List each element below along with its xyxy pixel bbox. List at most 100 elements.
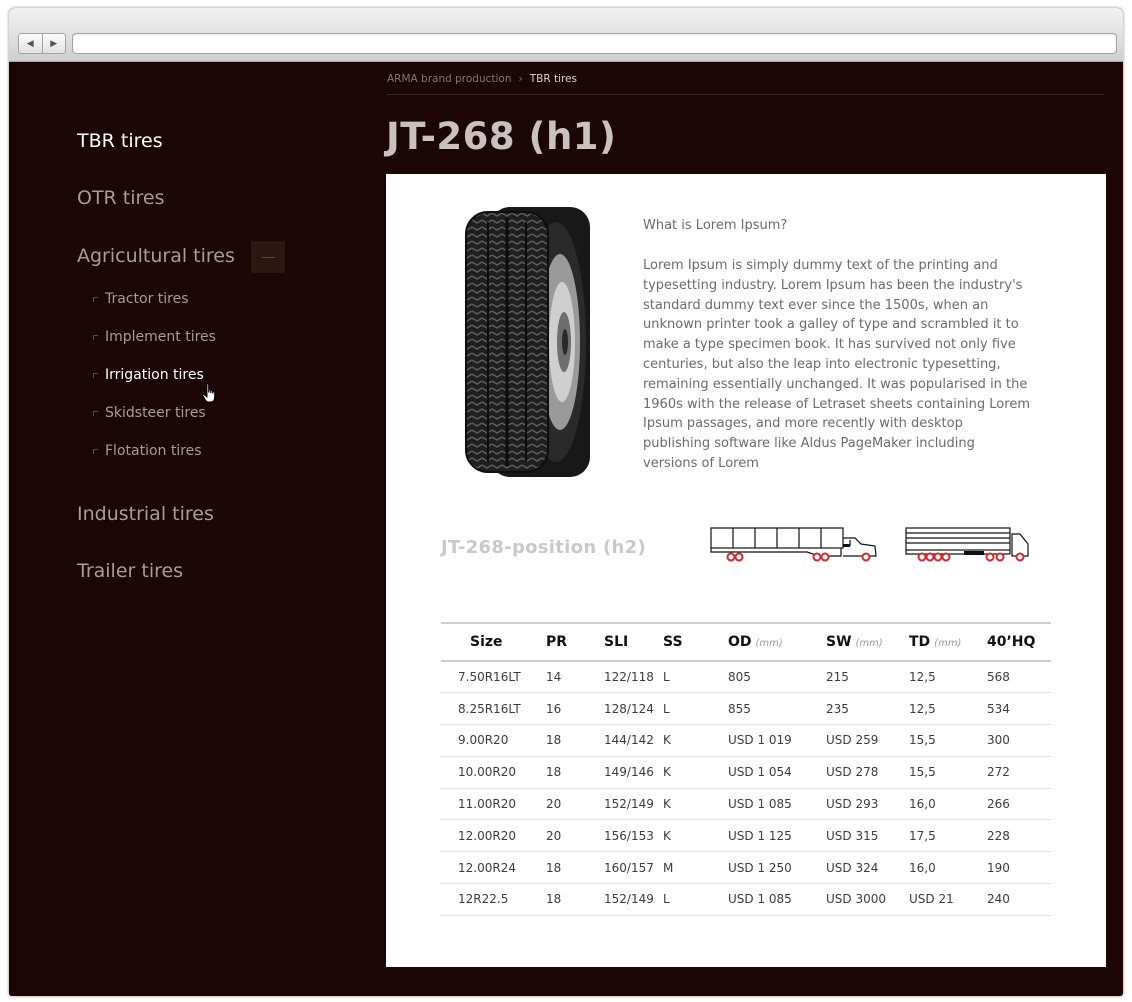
cell-ss: K <box>663 797 671 812</box>
browser-toolbar: ◀ ▶ <box>9 8 1123 62</box>
cell-sw: USD 315 <box>826 828 879 843</box>
cell-size: 12.00R20 <box>458 828 516 843</box>
cell-td: 12,5 <box>909 701 936 716</box>
cell-od: USD 1 019 <box>728 733 792 748</box>
cell-ss: M <box>663 860 674 875</box>
cell-size: 8.25R16LT <box>458 701 521 716</box>
cell-od: USD 1 250 <box>728 860 792 875</box>
table-row: 12.00R20 20 156/153 K USD 1 125 USD 315 17,5 22… <box>441 820 1051 852</box>
sidebar-item-agricultural-tires[interactable]: Agricultural tires <box>77 245 235 267</box>
cell-td: 16,0 <box>909 797 936 812</box>
cell-od: 855 <box>728 701 751 716</box>
cell-td: 17,5 <box>909 828 936 843</box>
cell-pr: 20 <box>546 828 562 843</box>
sidebar-subitem-tractor-tires[interactable]: Tractor tires <box>93 291 189 307</box>
page-title: JT-268 (h1) <box>386 115 617 158</box>
column-header-td: TD (mm) <box>896 623 973 661</box>
sidebar-subitem-label: Skidsteer tires <box>105 405 206 421</box>
cell-ss: K <box>663 828 671 843</box>
column-header-label: 40’HQ <box>987 634 1036 650</box>
sidebar-subitem-skidsteer-tires[interactable]: Skidsteer tires <box>93 405 206 421</box>
cell-sw: USD 324 <box>826 860 879 875</box>
bullet-icon <box>93 410 98 416</box>
sidebar-item-otr-tires[interactable]: OTR tires <box>77 187 165 209</box>
cell-40hq: 300 <box>987 733 1010 748</box>
forward-button[interactable]: ▶ <box>41 34 66 53</box>
sidebar-subitem-flotation-tires[interactable]: Flotation tires <box>93 443 202 459</box>
bullet-icon <box>93 448 98 454</box>
cell-pr: 18 <box>546 892 562 907</box>
sidebar-item-trailer-tires[interactable]: Trailer tires <box>77 560 183 582</box>
cell-sw: USD 293 <box>826 797 879 812</box>
history-nav: ◀ ▶ <box>18 33 66 54</box>
back-button[interactable]: ◀ <box>19 34 42 53</box>
column-header-label: Size <box>470 634 503 650</box>
semi-truck-icon <box>905 527 1029 562</box>
column-header-unit: (mm) <box>755 638 783 649</box>
column-header-sli: SLI <box>587 623 659 661</box>
column-header-label: TD <box>909 634 931 650</box>
browser-window: ◀ ▶ TBR tires OTR tires Agricultural tir… <box>9 8 1123 996</box>
sidebar-subitem-label: Implement tires <box>105 329 216 345</box>
cell-size: 7.50R16LT <box>458 670 521 685</box>
sidebar-item-tbr-tires[interactable]: TBR tires <box>77 130 163 152</box>
cell-40hq: 568 <box>987 670 1010 685</box>
cell-pr: 20 <box>546 797 562 812</box>
cell-sli: 156/153 <box>604 828 654 843</box>
cell-pr: 18 <box>546 860 562 875</box>
cell-40hq: 240 <box>987 892 1010 907</box>
cell-sli: 160/157 <box>604 860 654 875</box>
cell-sw: USD 3000 <box>826 892 886 907</box>
column-header-label: SW <box>826 634 852 650</box>
forward-arrow-icon: ▶ <box>50 38 58 49</box>
cell-40hq: 272 <box>987 765 1010 780</box>
cell-sli: 152/149 <box>604 892 654 907</box>
table-row: 7.50R16LT 14 122/118 L 805 215 12,5 568 <box>441 661 1051 693</box>
column-header-size: Size <box>441 623 535 661</box>
sidebar-item-industrial-tires[interactable]: Industrial tires <box>77 503 214 525</box>
cell-ss: K <box>663 733 671 748</box>
column-header-unit: (mm) <box>934 638 962 649</box>
description-body: Lorem Ipsum is simply dummy text of the … <box>643 258 1030 471</box>
sidebar-subitem-implement-tires[interactable]: Implement tires <box>93 329 216 345</box>
table-row: 9.00R20 18 144/142 K USD 1 019 USD 259 15,5 300 <box>441 725 1051 757</box>
cell-pr: 18 <box>546 733 562 748</box>
spec-table-body: 7.50R16LT 14 122/118 L 805 215 12,5 568 8.25R16L… <box>441 661 1051 916</box>
hand-pointer-icon <box>202 383 216 403</box>
product-panel: What is Lorem Ipsum? Lorem Ipsum is simp… <box>386 174 1106 967</box>
table-header-row: Size PR SLI SS OD (mm) SW (mm) TD (mm) 40’H… <box>441 623 1051 661</box>
cell-size: 11.00R20 <box>458 797 516 812</box>
cell-40hq: 266 <box>987 797 1010 812</box>
cell-sw: USD 259 <box>826 733 879 748</box>
cell-sli: 152/149 <box>604 797 654 812</box>
breadcrumb-divider <box>387 94 1104 95</box>
sidebar-subitem-irrigation-tires[interactable]: Irrigation tires <box>93 367 204 383</box>
breadcrumb-link-arma[interactable]: ARMA brand production <box>387 73 512 85</box>
breadcrumb-separator: › <box>518 73 523 85</box>
cell-td: 12,5 <box>909 670 936 685</box>
cell-ss: L <box>663 892 670 907</box>
column-header-label: OD <box>728 634 752 650</box>
cell-od: USD 1 085 <box>728 797 792 812</box>
position-title: JT-268-position (h2) <box>441 537 646 558</box>
cell-td: 16,0 <box>909 860 936 875</box>
sidebar-subitem-label: Irrigation tires <box>105 367 204 383</box>
cell-40hq: 534 <box>987 701 1010 716</box>
collapse-button[interactable] <box>251 241 285 273</box>
column-header-pr: PR <box>535 623 587 661</box>
column-header-label: SLI <box>604 634 629 650</box>
breadcrumb-current: TBR tires <box>529 73 578 85</box>
tire-image <box>465 207 590 477</box>
table-row: 10.00R20 18 149/146 K USD 1 054 USD 278 15,5 27… <box>441 756 1051 789</box>
cell-od: USD 1 054 <box>728 765 792 780</box>
cell-pr: 16 <box>546 701 562 716</box>
column-header-label: PR <box>546 634 568 650</box>
table-row: 12.00R24 18 160/157 M USD 1 250 USD 324 16,0 19… <box>441 852 1051 884</box>
cell-sli: 122/118 <box>604 670 654 685</box>
cell-od: 805 <box>728 670 751 685</box>
address-bar[interactable] <box>72 33 1117 54</box>
cell-sli: 128/124 <box>604 701 654 716</box>
cell-size: 12R22.5 <box>458 892 509 907</box>
column-header-ss: SS <box>659 623 702 661</box>
cell-od: USD 1 085 <box>728 892 792 907</box>
